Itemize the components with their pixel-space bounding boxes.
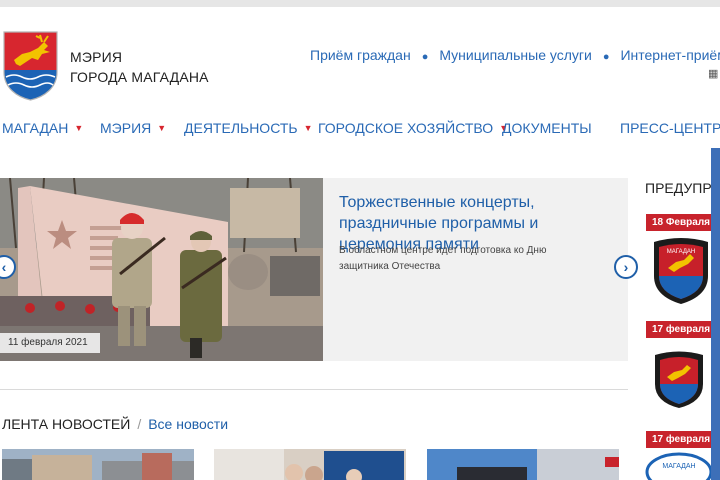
magadan-emblem-icon[interactable]: МАГАДАН	[644, 452, 714, 480]
main-nav: МАГАДАН ▼ МЭРИЯ ▼ ДЕЯТЕЛЬНОСТЬ ▼ ГОРОДСКОЕ …	[0, 120, 720, 140]
grid-icon[interactable]: ▦	[708, 67, 718, 80]
top-link-municipal-services[interactable]: Муниципальные услуги	[439, 47, 591, 63]
nav-label: ГОРОДСКОЕ ХОЗЯЙСТВО	[318, 120, 494, 136]
top-strip	[0, 0, 720, 7]
site-brand[interactable]: МЭРИЯ ГОРОДА МАГАДАНА	[70, 47, 209, 87]
magadan-emblem-icon[interactable]: МАГАДАН	[650, 236, 712, 306]
top-link-internet-reception[interactable]: Интернет-приёмн	[620, 47, 720, 63]
news-heading: ЛЕНТА НОВОСТЕЙ	[2, 416, 131, 432]
emblem-text: МАГАДАН	[667, 249, 695, 255]
nav-label: ДОКУМЕНТЫ	[502, 120, 592, 136]
news-feed-heading: ЛЕНТА НОВОСТЕЙ / Все новости	[2, 416, 228, 432]
news-thumbnail[interactable]	[427, 449, 619, 480]
emblem-text: МАГАДАН	[662, 463, 695, 470]
brand-line-1: МЭРИЯ	[70, 49, 123, 65]
dot-separator: ●	[421, 51, 429, 63]
coat-of-arms-logo[interactable]	[2, 30, 59, 101]
sidebar-title: ПРЕДУПРЕ	[645, 180, 720, 196]
top-link-reception[interactable]: Приём граждан	[310, 47, 411, 63]
news-slider: 11 февраля 2021 ‹ › Торжественные концер…	[0, 178, 638, 361]
slide-description: В областном центре идет подготовка ко Дн…	[339, 245, 547, 272]
nav-item-activity[interactable]: ДЕЯТЕЛЬНОСТЬ ▼	[184, 120, 313, 136]
brand-line-2: ГОРОДА МАГАДАНА	[70, 69, 209, 85]
nav-item-documents[interactable]: ДОКУМЕНТЫ	[502, 120, 592, 136]
nav-label: МЭРИЯ	[100, 120, 152, 136]
nav-label: ПРЕСС-ЦЕНТР	[620, 120, 720, 136]
nav-label: ДЕЯТЕЛЬНОСТЬ	[184, 120, 298, 136]
nav-label: МАГАДАН	[2, 120, 69, 136]
dropdown-caret-icon: ▼	[74, 123, 84, 133]
nav-item-magadan[interactable]: МАГАДАН ▼	[2, 120, 83, 136]
warning-date-badge: 18 Февраля 0	[646, 214, 720, 231]
all-news-link[interactable]: Все новости	[148, 416, 228, 432]
nav-item-press-center[interactable]: ПРЕСС-ЦЕНТР▼	[620, 120, 720, 136]
heading-separator: /	[137, 416, 142, 432]
warning-date-badge: 17 февраля 2	[646, 431, 720, 448]
slider-next-button[interactable]: ›	[614, 255, 638, 279]
warning-date-badge: 17 февраля 2	[646, 321, 720, 338]
nav-item-city-economy[interactable]: ГОРОДСКОЕ ХОЗЯЙСТВО ▼	[318, 120, 508, 136]
dot-separator: ●	[602, 51, 610, 63]
warnings-sidebar: ПРЕДУПРЕ 18 Февраля 0 МАГАДАН 17 февраля…	[640, 178, 720, 480]
dropdown-caret-icon: ▼	[303, 123, 313, 133]
slide-date: 11 февраля 2021	[0, 333, 100, 353]
side-panel-tab[interactable]	[711, 148, 720, 480]
news-thumbnail[interactable]	[2, 449, 194, 480]
top-links: Приём граждан ● Муниципальные услуги ● Интер…	[310, 47, 720, 80]
dropdown-caret-icon: ▼	[157, 123, 167, 133]
section-divider	[0, 389, 628, 390]
news-thumbnail[interactable]	[214, 449, 406, 480]
nav-item-meriya[interactable]: МЭРИЯ ▼	[100, 120, 166, 136]
magadan-emblem-icon[interactable]	[652, 350, 706, 410]
